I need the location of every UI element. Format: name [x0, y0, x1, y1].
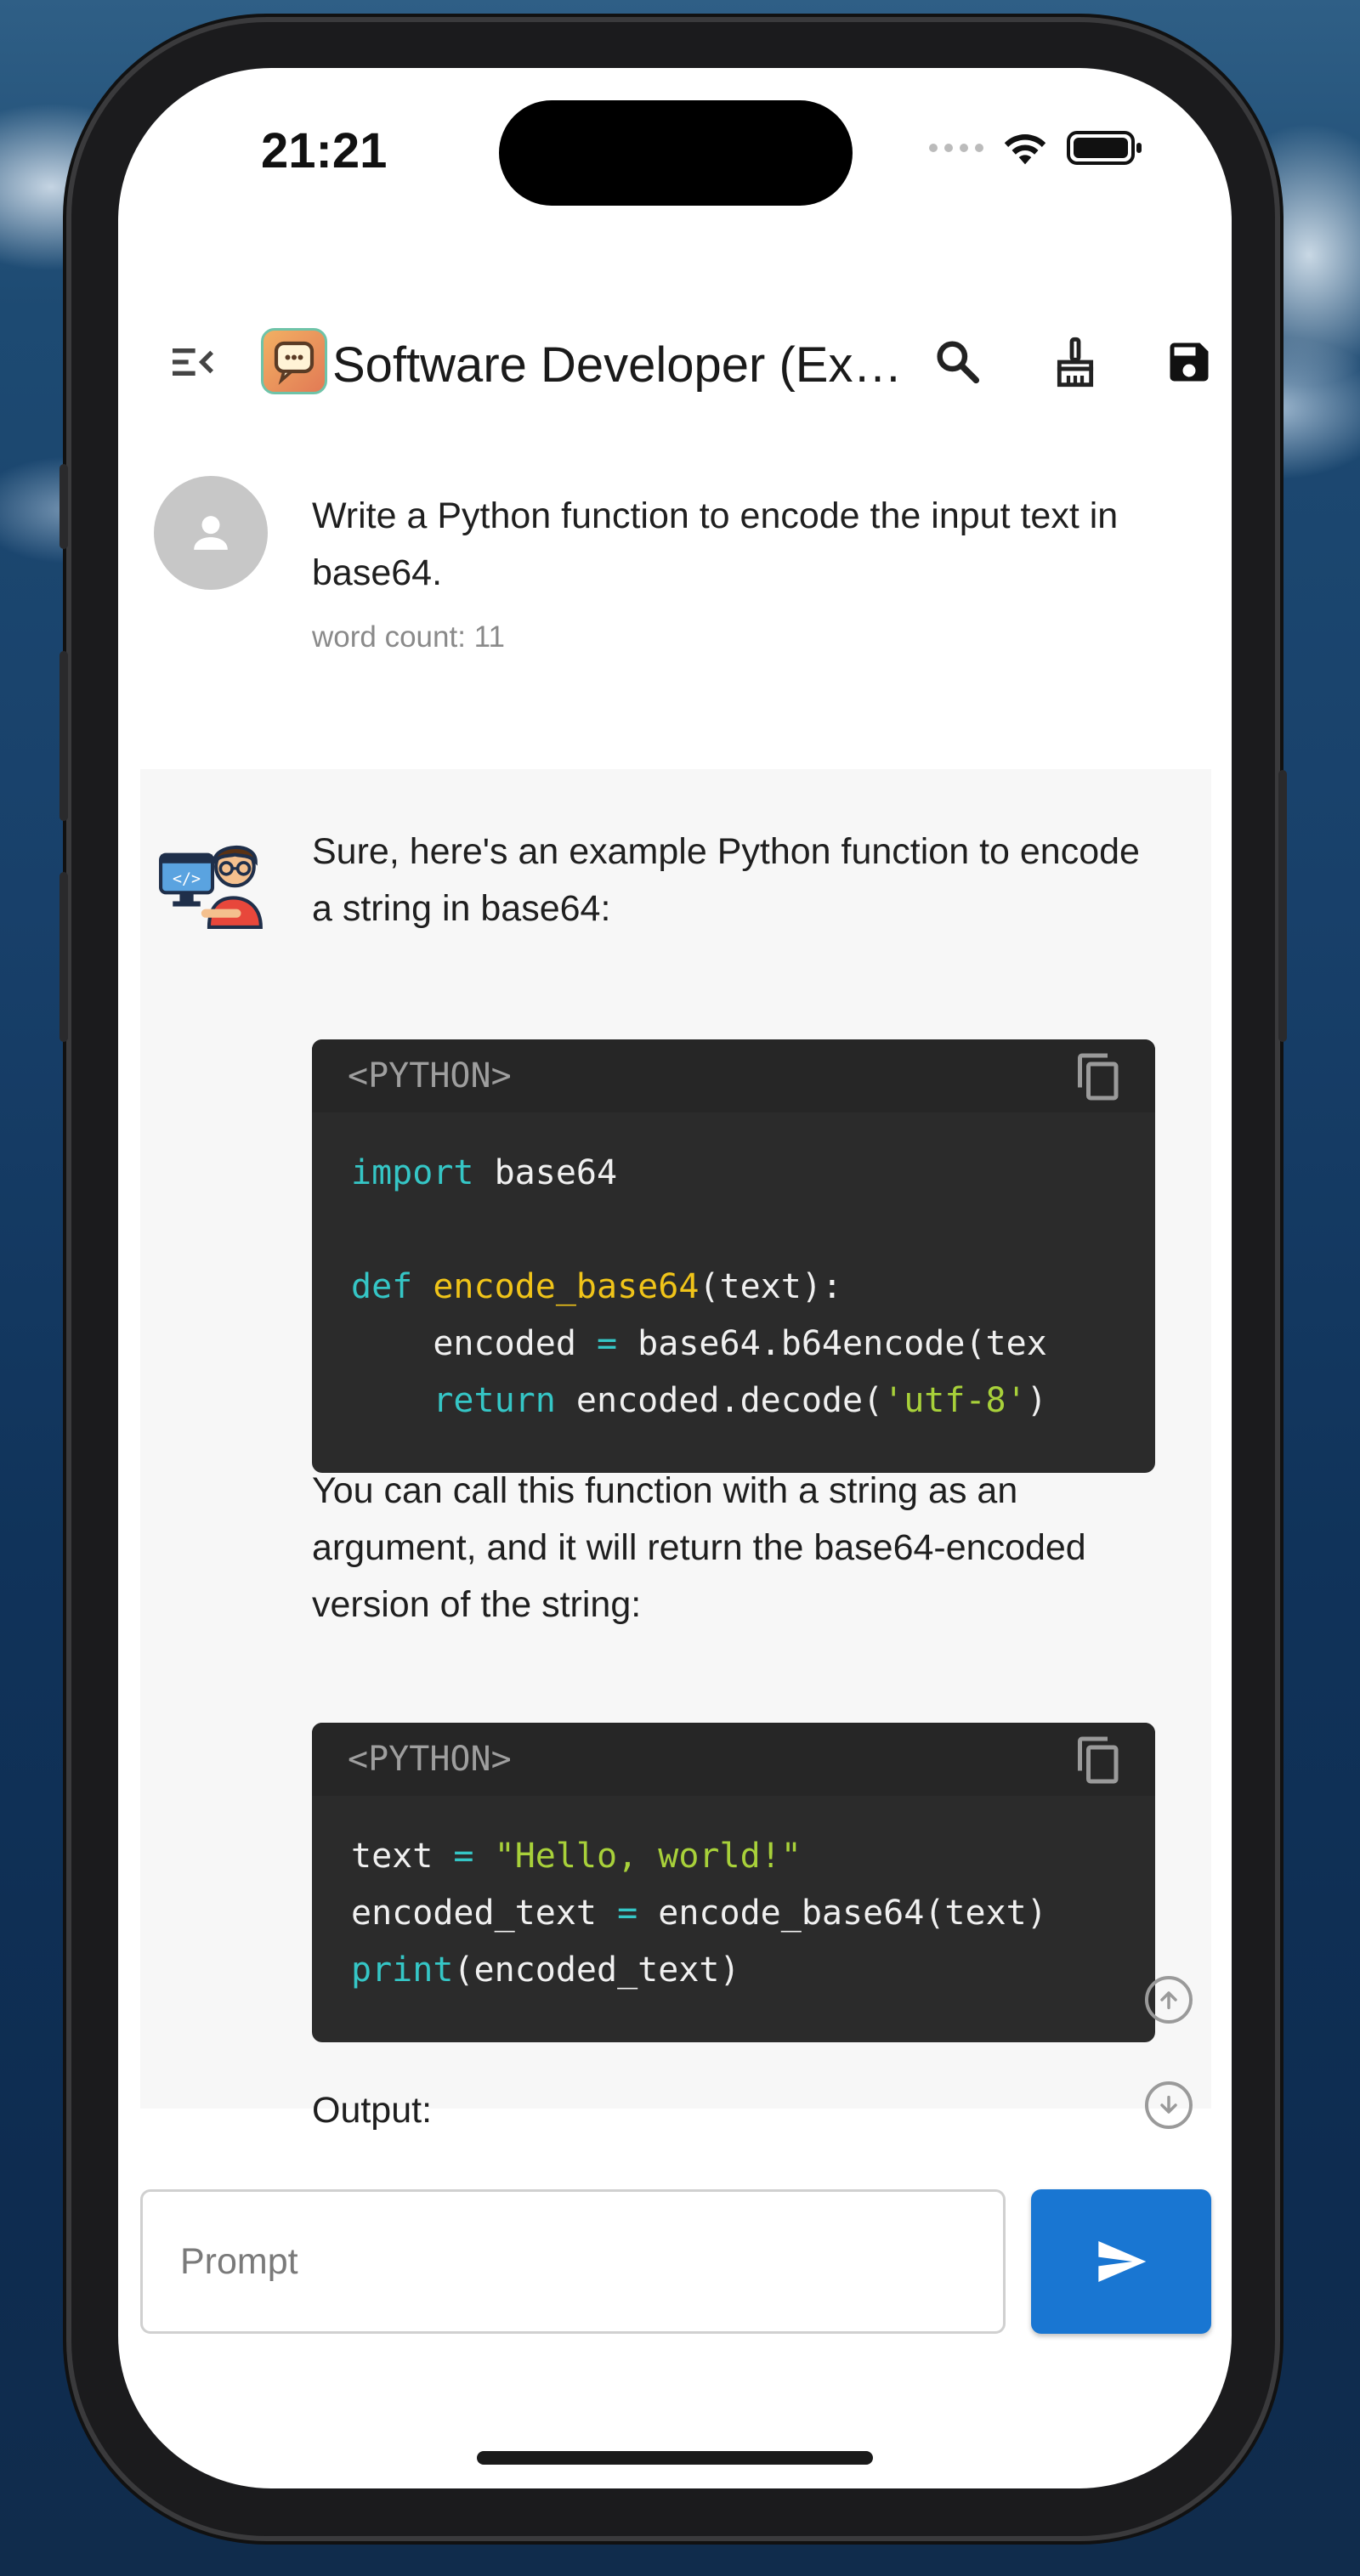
code-token: = — [453, 1837, 474, 1876]
arrow-down-icon — [1160, 2095, 1177, 2114]
code-content: import base64 def encode_base64(text): e… — [312, 1112, 1155, 1430]
power-button — [1278, 770, 1287, 1042]
home-indicator — [477, 2451, 873, 2465]
code-token: encode_base64 — [433, 1267, 700, 1306]
scroll-up-button[interactable] — [1145, 1976, 1193, 2024]
mute-switch — [60, 464, 68, 549]
assistant-intro-text: Sure, here's an example Python function … — [312, 831, 1140, 929]
arrow-up-icon — [1160, 1991, 1177, 2010]
menu-open-icon — [173, 348, 213, 376]
volume-up-button — [60, 651, 68, 821]
app-logo — [261, 328, 327, 394]
code-token: import — [351, 1153, 474, 1192]
code-content: text = "Hello, world!" encoded_text = enc… — [312, 1796, 1155, 1999]
code-line: return encoded.decode('utf-8') — [351, 1373, 1155, 1430]
code-token: def — [351, 1267, 413, 1306]
dynamic-island — [499, 100, 853, 206]
menu-open-button[interactable] — [166, 335, 220, 389]
app-screen: 21:21 Software Developer (Ex… Write a Py… — [118, 68, 1232, 2488]
code-block-header: <PYTHON> — [312, 1039, 1155, 1112]
code-line: import base64 — [351, 1145, 1155, 1202]
code-token: = — [617, 1894, 638, 1933]
app-bar: Software Developer (Ex… — [118, 297, 1232, 425]
word-count: word count: 11 — [312, 620, 505, 654]
code-line: print(encoded_text) — [351, 1942, 1155, 1999]
code-language-label: <PYTHON> — [348, 1056, 512, 1096]
code-token: = — [596, 1324, 618, 1363]
user-avatar — [154, 476, 268, 590]
clear-chat-button[interactable] — [1041, 328, 1109, 396]
person-icon — [194, 516, 228, 550]
prompt-bar — [140, 2189, 1211, 2334]
code-token: encode_base64(text) — [638, 1894, 1047, 1933]
save-button[interactable] — [1155, 328, 1223, 396]
code-token: encoded_text — [351, 1894, 618, 1933]
copy-code-button[interactable] — [1074, 1051, 1125, 1102]
status-icons — [929, 129, 1145, 167]
code-block: <PYTHON> text = "Hello, world!" encoded_t… — [312, 1723, 1155, 2042]
code-token: 'utf-8' — [883, 1381, 1027, 1420]
output-label: Output: — [312, 2090, 433, 2131]
developer-avatar: </> — [157, 820, 268, 931]
code-token: (text): — [699, 1267, 842, 1306]
code-line: encoded_text = encode_base64(text) — [351, 1885, 1155, 1942]
copy-code-button[interactable] — [1074, 1735, 1125, 1786]
code-line: text = "Hello, world!" — [351, 1828, 1155, 1885]
send-icon — [1098, 2241, 1147, 2282]
developer-avatar-icon: </> — [159, 845, 263, 929]
code-token: base64 — [473, 1153, 618, 1192]
code-token: (encoded_text) — [453, 1950, 740, 1990]
code-line: def encode_base64(text): — [351, 1259, 1155, 1316]
code-token: text — [351, 1837, 454, 1876]
send-button[interactable] — [1031, 2189, 1211, 2334]
status-time: 21:21 — [261, 123, 388, 178]
code-line: encoded = base64.b64encode(tex — [351, 1316, 1155, 1373]
scroll-down-button[interactable] — [1145, 2081, 1193, 2129]
signal-icon — [929, 144, 983, 152]
code-token: ) — [1026, 1381, 1047, 1420]
assistant-middle-text: You can call this function with a string… — [312, 1470, 1086, 1625]
code-token: base64.b64encode(tex — [617, 1324, 1047, 1363]
copy-icon — [1078, 1053, 1119, 1101]
prompt-input[interactable] — [140, 2189, 1006, 2334]
code-token: return — [433, 1381, 556, 1420]
assistant-message: </> Sure, here's an example Python funct… — [140, 769, 1211, 2131]
search-button[interactable] — [924, 328, 992, 396]
broom-icon — [1057, 337, 1094, 388]
code-token: print — [351, 1950, 454, 1990]
code-token: "Hello, world!" — [494, 1837, 802, 1876]
battery-icon — [1067, 131, 1142, 165]
volume-down-button — [60, 872, 68, 1042]
copy-icon — [1078, 1736, 1119, 1784]
wifi-icon — [1004, 134, 1046, 165]
chat-bubble-icon — [274, 341, 314, 385]
code-block-header: <PYTHON> — [312, 1723, 1155, 1796]
save-icon — [1170, 343, 1209, 382]
search-icon — [937, 341, 980, 384]
code-language-label: <PYTHON> — [348, 1740, 512, 1779]
user-message-text: Write a Python function to encode the in… — [312, 495, 1119, 593]
svg-text:</>: </> — [173, 870, 201, 888]
code-token: encoded — [351, 1324, 597, 1363]
code-token: encoded.decode( — [555, 1381, 884, 1420]
code-block: <PYTHON> import base64 def encode_base64… — [312, 1039, 1155, 1473]
app-title[interactable]: Software Developer (Ex… — [332, 337, 910, 393]
